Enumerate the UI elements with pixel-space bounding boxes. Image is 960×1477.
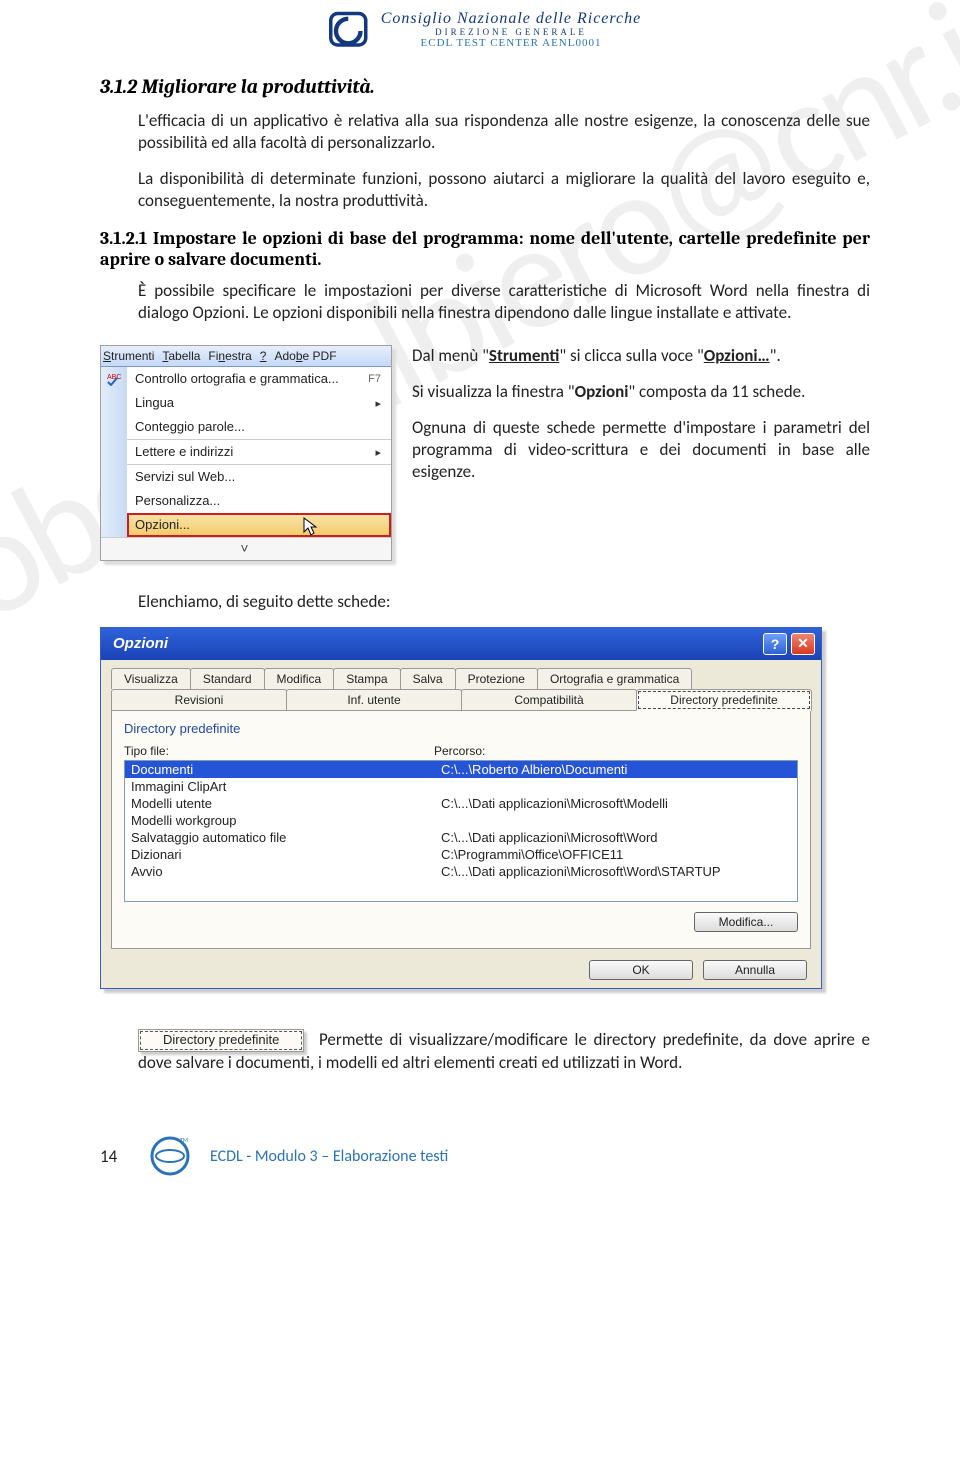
menubar-adobe-pdf[interactable]: Adobe PDF	[274, 349, 336, 363]
row-name: Modelli utente	[131, 796, 441, 811]
group-label: Directory predefinite	[124, 721, 798, 736]
menu-item-lettere[interactable]: Lettere e indirizzi	[127, 439, 391, 464]
menubar-strumenti[interactable]: Strumenti	[103, 349, 154, 363]
tab-modifica[interactable]: Modifica	[264, 668, 335, 689]
row-path: C:\...\Dati applicazioni\Microsoft\Word\…	[441, 864, 721, 879]
para-3-1-2-1: È possibile specificare le impostazioni …	[138, 280, 870, 324]
menu-item-label: Lettere e indirizzi	[135, 444, 233, 459]
list-row[interactable]: Dizionari C:\Programmi\Office\OFFICE11	[125, 846, 797, 863]
tab-inf-utente[interactable]: Inf. utente	[286, 689, 462, 711]
col-header-tipo: Tipo file:	[124, 744, 434, 758]
heading-3-1-2: 3.1.2 Migliorare la produttività.	[100, 75, 870, 98]
row-path: C:\...\Dati applicazioni\Microsoft\Word	[441, 830, 658, 845]
menu-item-label: Opzioni...	[135, 517, 190, 532]
page-number: 14	[100, 1146, 130, 1167]
menubar-tabella[interactable]: Tabella	[162, 349, 200, 363]
dialog-title: Opzioni	[113, 635, 168, 652]
row-path: C:\...\Dati applicazioni\Microsoft\Model…	[441, 796, 668, 811]
row-name: Documenti	[131, 762, 441, 777]
tab-explain-para: Directory predefinite Permette di visual…	[138, 1029, 870, 1074]
heading-3-1-2-1: 3.1.2.1 Impostare le opzioni di base del…	[100, 228, 870, 270]
header-sub: DIREZIONE GENERALE	[381, 28, 641, 38]
list-row[interactable]: Modelli utente C:\...\Dati applicazioni\…	[125, 795, 797, 812]
tab-visualizza[interactable]: Visualizza	[111, 668, 191, 689]
page-header: Consiglio Nazionale delle Ricerche DIREZ…	[100, 10, 870, 50]
dialog-titlebar: Opzioni ? ✕	[101, 628, 821, 660]
tab-salva[interactable]: Salva	[400, 668, 456, 689]
list-row[interactable]: Salvataggio automatico file C:\...\Dati …	[125, 829, 797, 846]
right-para-2: Si visualizza la finestra "Opzioni" comp…	[412, 381, 870, 403]
cancel-button[interactable]: Annulla	[703, 960, 807, 980]
menu-expand-chevron-icon[interactable]: ˅	[101, 537, 391, 560]
ok-button[interactable]: OK	[589, 960, 693, 980]
spellcheck-icon: ABC	[101, 367, 127, 389]
tab-chip-directory: Directory predefinite	[138, 1029, 304, 1052]
row-path: C:\...\Roberto Albiero\Documenti	[441, 762, 627, 777]
help-button[interactable]: ?	[763, 633, 787, 655]
menu-item-label: Personalizza...	[135, 493, 220, 508]
tab-directory-predefinite[interactable]: Directory predefinite	[636, 689, 812, 711]
header-test-center: ECDL TEST CENTER AENL0001	[381, 37, 641, 49]
menu-item-shortcut: F7	[368, 373, 381, 385]
header-org: Consiglio Nazionale delle Ricerche	[381, 10, 641, 28]
footer-module: ECDL - Modulo 3 – Elaborazione testi	[210, 1147, 448, 1166]
para-intro-1: L'efficacia di un applicativo è relativa…	[138, 110, 870, 154]
menu-item-conteggio[interactable]: Conteggio parole...	[127, 415, 391, 439]
tab-revisioni[interactable]: Revisioni	[111, 689, 287, 711]
list-row[interactable]: Avvio C:\...\Dati applicazioni\Microsoft…	[125, 863, 797, 880]
menu-item-personalizza[interactable]: Personalizza...	[127, 489, 391, 513]
tab-compatibilita[interactable]: Compatibilità	[461, 689, 637, 711]
close-button[interactable]: ✕	[791, 633, 815, 655]
right-para-3: Ognuna di queste schede permette d'impos…	[412, 417, 870, 483]
submenu-arrow-icon	[375, 444, 381, 459]
menubar-finestra[interactable]: Finestra	[208, 349, 251, 363]
list-intro-para: Elenchiamo, di seguito dette schede:	[138, 591, 870, 613]
row-name: Avvio	[131, 864, 441, 879]
tab-standard[interactable]: Standard	[190, 668, 265, 689]
tab-stampa[interactable]: Stampa	[333, 668, 400, 689]
row-name: Immagini ClipArt	[131, 779, 441, 794]
row-name: Salvataggio automatico file	[131, 830, 441, 845]
menu-item-spellcheck[interactable]: Controllo ortografia e grammatica... F7	[127, 367, 391, 391]
para-intro-2: La disponibilità di determinate funzioni…	[138, 168, 870, 212]
menu-item-opzioni[interactable]: Opzioni...	[127, 513, 391, 537]
menu-item-servizi-web[interactable]: Servizi sul Web...	[127, 464, 391, 489]
list-row[interactable]: Immagini ClipArt	[125, 778, 797, 795]
list-row[interactable]: Modelli workgroup	[125, 812, 797, 829]
right-para-1: Dal menù "Strumenti" si clicca sulla voc…	[412, 345, 870, 367]
word-menubar: Strumenti Tabella Finestra ? Adobe PDF	[101, 346, 391, 367]
svg-text:TM: TM	[180, 1136, 188, 1144]
row-name: Modelli workgroup	[131, 813, 441, 828]
page-footer: 14 TM ECDL - Modulo 3 – Elaborazione tes…	[100, 1134, 870, 1178]
submenu-arrow-icon	[375, 395, 381, 410]
tab-protezione[interactable]: Protezione	[455, 668, 538, 689]
options-dialog: Opzioni ? ✕ Visualizza Standard Modifica…	[100, 627, 822, 989]
modify-button[interactable]: Modifica...	[694, 912, 798, 932]
cursor-icon	[303, 517, 319, 537]
directory-listbox[interactable]: Documenti C:\...\Roberto Albiero\Documen…	[124, 760, 798, 902]
tab-ortografia[interactable]: Ortografia e grammatica	[537, 668, 692, 689]
col-header-percorso: Percorso:	[434, 744, 485, 758]
menu-item-label: Conteggio parole...	[135, 419, 245, 434]
menubar-help[interactable]: ?	[260, 349, 267, 363]
menu-item-label: Lingua	[135, 395, 174, 410]
list-row[interactable]: Documenti C:\...\Roberto Albiero\Documen…	[125, 761, 797, 778]
menu-item-lingua[interactable]: Lingua	[127, 391, 391, 415]
para-3-1-2-1-text: È possibile specificare le impostazioni …	[138, 280, 870, 323]
row-path: C:\Programmi\Office\OFFICE11	[441, 847, 623, 862]
row-name: Dizionari	[131, 847, 441, 862]
cnr-logo	[329, 10, 371, 50]
menu-item-label: Servizi sul Web...	[135, 469, 235, 484]
word-tools-menu-screenshot: Strumenti Tabella Finestra ? Adobe PDF A…	[100, 345, 392, 561]
ecdl-badge-icon: TM	[148, 1134, 192, 1178]
menu-item-label: Controllo ortografia e grammatica...	[135, 371, 339, 386]
